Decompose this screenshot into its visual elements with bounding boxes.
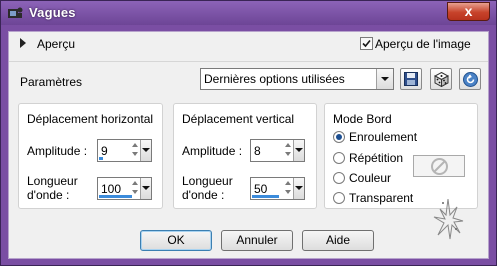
dice-icon [434,72,449,87]
h-amplitude-label: Amplitude : [27,144,88,158]
v-wavelength-spinner[interactable] [284,179,293,198]
chevron-down-icon[interactable] [140,140,151,161]
h-amplitude-value[interactable]: 9 [101,144,108,158]
preview-section-row: Aperçu Aperçu de l'image [9,32,488,55]
h-wavelength-field[interactable]: 100 [97,177,152,200]
cancel-button[interactable]: Annuler [221,230,293,251]
separator [9,61,488,62]
radio-repetition-label[interactable]: Répétition [349,151,403,165]
preview-section-label[interactable]: Aperçu [37,37,75,51]
chevron-down-icon[interactable] [140,178,151,199]
h-wavelength-spinner[interactable] [131,179,140,198]
no-color-icon [431,158,448,175]
h-wavelength-level [99,195,132,198]
close-button[interactable]: x [447,2,490,21]
help-button[interactable]: Aide [302,230,374,251]
chevron-down-icon[interactable] [376,69,393,89]
app-icon [7,6,23,20]
v-wavelength-label: Longueur d'onde : [182,174,233,202]
v-amplitude-label: Amplitude : [182,144,243,158]
reset-icon [463,72,478,87]
dialog-client: Aperçu Aperçu de l'image Paramètres Dern… [8,31,489,259]
preview-checkbox[interactable] [360,37,373,50]
ok-button[interactable]: OK [140,230,212,251]
watermark-stamp [430,195,466,246]
radio-couleur[interactable] [333,172,345,184]
vertical-group-title: Déplacement vertical [182,112,295,126]
radio-couleur-label[interactable]: Couleur [349,171,391,185]
expand-arrow-icon[interactable] [20,38,26,48]
title-bar[interactable]: Vagues x [1,1,496,25]
radio-enroulement-label[interactable]: Enroulement [349,130,417,144]
dialog-window: Vagues x Aperçu Aperçu de l'image Paramè… [0,0,497,266]
radio-enroulement[interactable] [333,131,345,143]
h-amplitude-level [99,157,103,160]
horizontal-group: Déplacement horizontal Amplitude : 9 Lon… [18,103,163,209]
edge-mode-title: Mode Bord [333,112,392,126]
horizontal-group-title: Déplacement horizontal [27,112,154,126]
preview-checkbox-label[interactable]: Aperçu de l'image [375,37,471,51]
close-icon: x [464,3,473,19]
randomize-button[interactable] [430,68,452,90]
v-wavelength-field[interactable]: 50 [250,177,305,200]
radio-transparent[interactable] [333,192,345,204]
v-amplitude-spinner[interactable] [284,141,293,160]
edge-mode-group: Mode Bord Enroulement Répétition Couleur… [324,103,478,209]
radio-repetition[interactable] [333,152,345,164]
check-icon [362,39,371,48]
v-wavelength-value[interactable]: 50 [254,182,267,196]
save-preset-button[interactable] [400,68,422,90]
color-swatch-disabled[interactable] [413,155,465,177]
v-amplitude-field[interactable]: 8 [250,139,305,162]
preset-select[interactable]: Dernières options utilisées [200,68,394,90]
h-amplitude-spinner[interactable] [131,141,140,160]
window-title: Vagues [29,5,76,20]
params-label: Paramètres [20,75,83,89]
save-icon [404,72,418,86]
v-wavelength-level [252,195,279,198]
h-amplitude-field[interactable]: 9 [97,139,152,162]
chevron-down-icon[interactable] [293,178,304,199]
reset-button[interactable] [459,68,481,90]
h-wavelength-label: Longueur d'onde : [27,174,78,202]
vertical-group: Déplacement vertical Amplitude : 8 Longu… [173,103,317,209]
chevron-down-icon[interactable] [293,140,304,161]
radio-transparent-label[interactable]: Transparent [349,191,413,205]
v-amplitude-value[interactable]: 8 [254,144,261,158]
preset-value: Dernières options utilisées [204,72,345,86]
h-wavelength-value[interactable]: 100 [101,182,121,196]
